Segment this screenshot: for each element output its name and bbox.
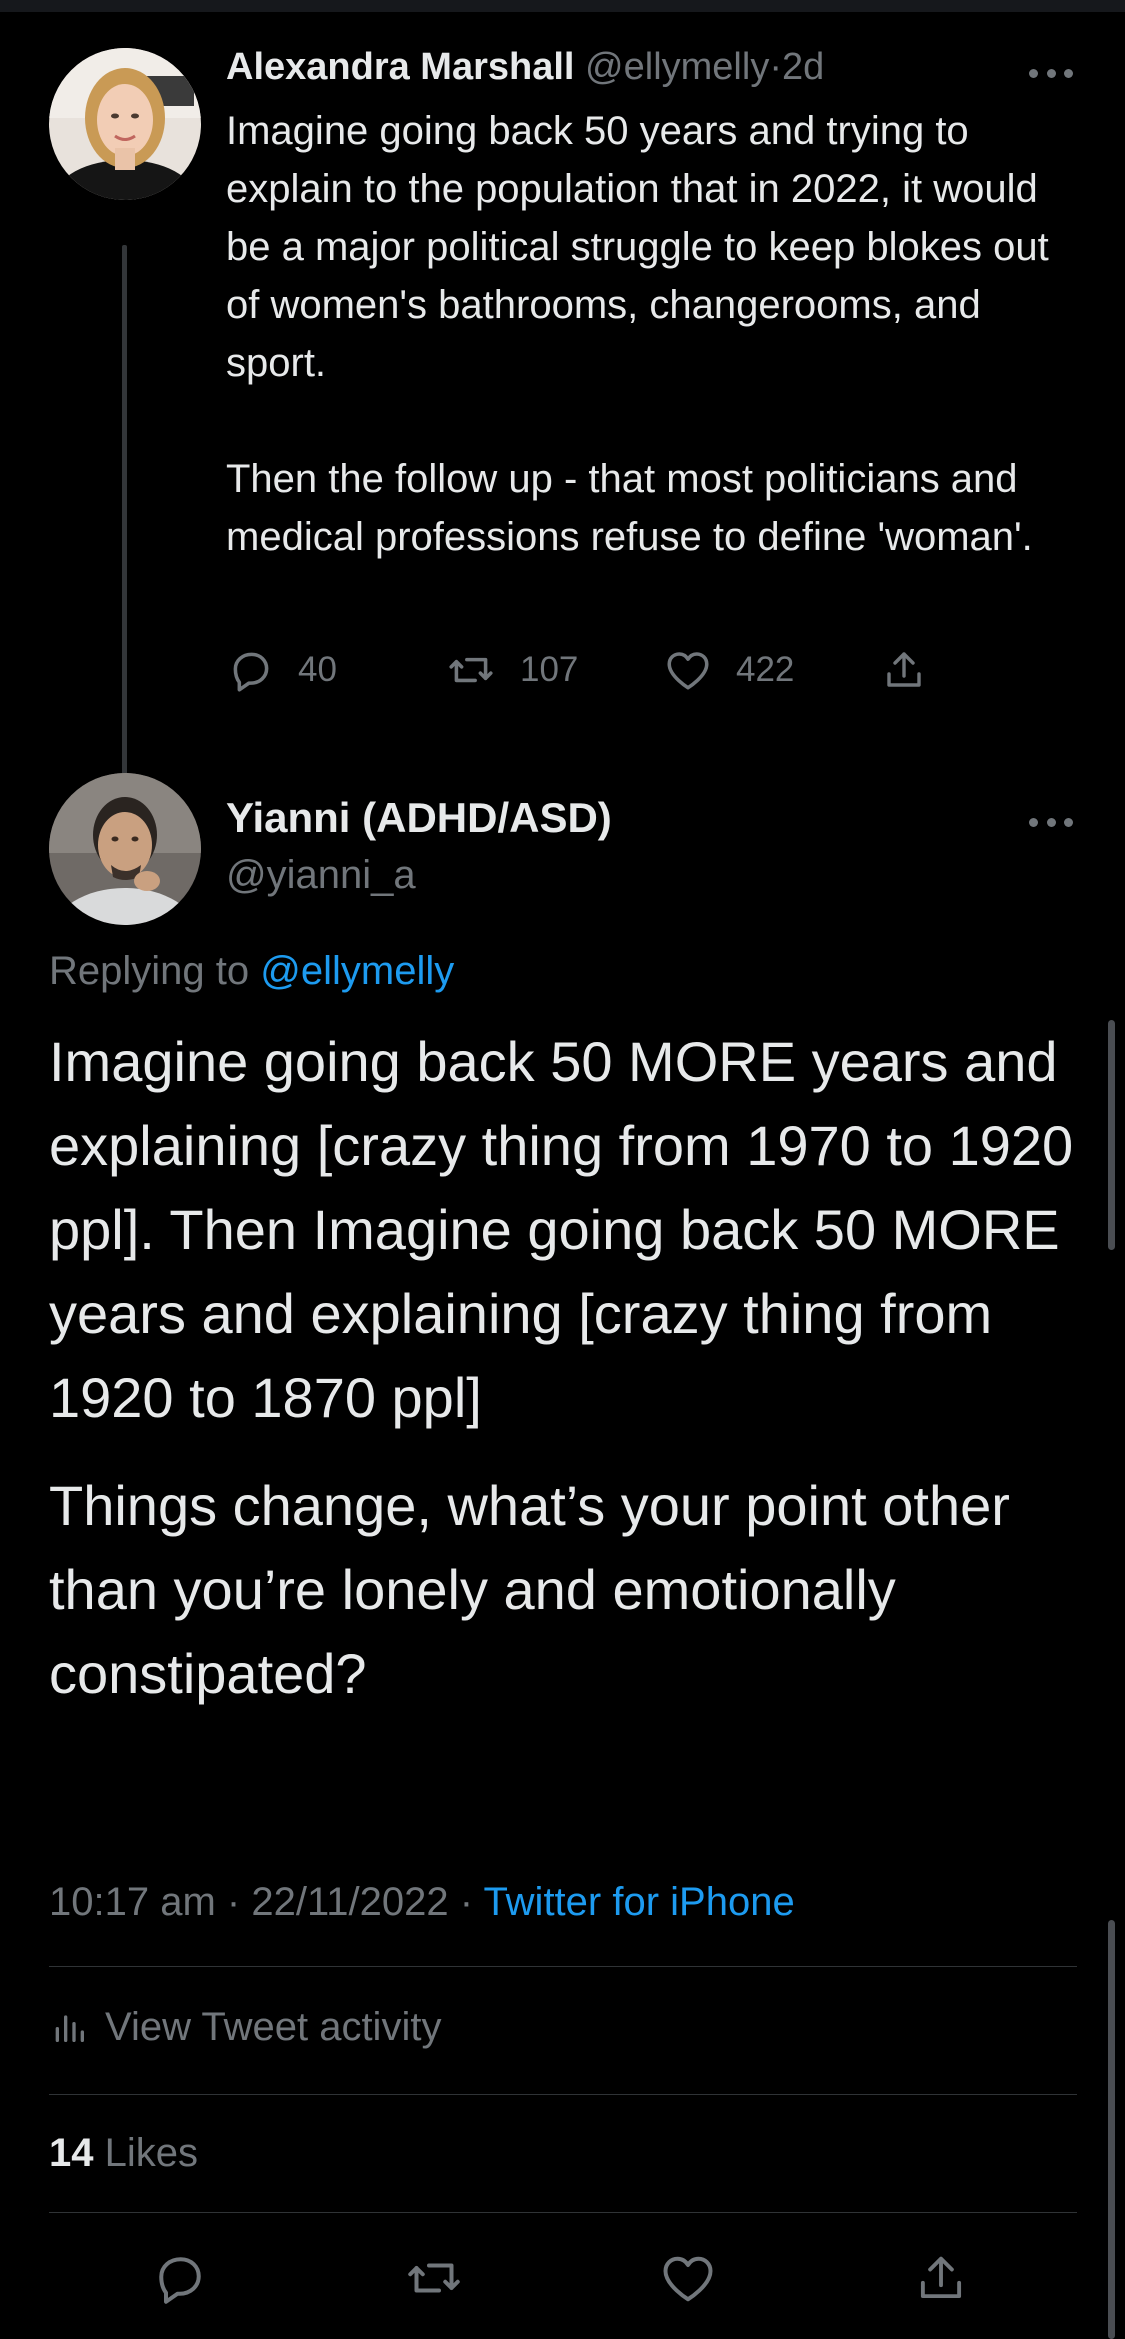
- retweet-button[interactable]: [402, 2248, 466, 2313]
- avatar-photo-icon: [49, 48, 201, 200]
- replying-prefix: Replying to: [49, 949, 250, 993]
- scrollbar-thumb-upper[interactable]: [1108, 1020, 1115, 1250]
- avatar-photo-icon: [49, 773, 201, 925]
- retweet-icon: [408, 2263, 460, 2293]
- retweet-icon: [449, 657, 493, 683]
- like-button[interactable]: [658, 2248, 718, 2313]
- likes-label: Likes: [104, 2131, 199, 2175]
- reply-icon: [233, 652, 269, 692]
- like-count: 422: [736, 650, 795, 689]
- likes-summary[interactable]: 14 Likes: [49, 2126, 198, 2180]
- likes-count: 14: [49, 2131, 94, 2175]
- heart-icon: [667, 652, 709, 690]
- reply-icon: [159, 2257, 201, 2304]
- parent-tweet-header: Alexandra Marshall @ellymelly·2d: [226, 42, 1076, 92]
- parent-tweet-time[interactable]: 2d: [782, 46, 824, 88]
- divider: [49, 1966, 1077, 1967]
- parent-avatar[interactable]: [49, 48, 201, 200]
- main-tweet-paragraph: Things change, what’s your point other t…: [49, 1474, 1010, 1705]
- more-options-icon[interactable]: [1029, 67, 1073, 79]
- share-button[interactable]: [912, 2248, 970, 2313]
- share-button[interactable]: [880, 642, 928, 698]
- tweet-time[interactable]: 10:17 am: [49, 1880, 216, 1924]
- replying-mention-link[interactable]: @ellymelly: [260, 949, 454, 993]
- main-author-name[interactable]: Yianni (ADHD/ASD): [226, 790, 612, 846]
- like-button[interactable]: 422: [662, 642, 794, 698]
- tweet-source-link[interactable]: Twitter for iPhone: [483, 1880, 794, 1924]
- main-tweet-actions: [0, 2248, 1125, 2308]
- parent-author-handle[interactable]: @ellymelly: [585, 46, 769, 88]
- share-icon: [887, 652, 921, 687]
- meta-separator: ·: [226, 1880, 241, 1924]
- heart-icon: [663, 2256, 713, 2302]
- view-tweet-activity-label: View Tweet activity: [105, 2004, 442, 2049]
- retweet-count: 107: [520, 650, 579, 689]
- more-options-icon[interactable]: [1029, 816, 1073, 828]
- divider: [49, 2212, 1077, 2213]
- retweet-button[interactable]: 107: [444, 642, 578, 698]
- main-avatar[interactable]: [49, 773, 201, 925]
- divider: [49, 2094, 1077, 2095]
- thread-connector-line: [122, 245, 127, 790]
- main-author-handle[interactable]: @yianni_a: [226, 848, 416, 902]
- header-separator: ·: [769, 46, 782, 88]
- main-tweet-text: Imagine going back 50 MORE years and exp…: [49, 1020, 1089, 1740]
- parent-author-name[interactable]: Alexandra Marshall: [226, 46, 574, 88]
- view-tweet-activity-button[interactable]: View Tweet activity: [49, 2000, 441, 2054]
- replying-to: Replying to @ellymelly: [49, 944, 454, 998]
- parent-tweet-actions: 40 107 422: [226, 642, 966, 698]
- analytics-icon: [55, 2015, 85, 2042]
- reply-button[interactable]: [150, 2248, 210, 2313]
- reply-count: 40: [298, 650, 337, 689]
- meta-separator: ·: [459, 1880, 474, 1924]
- main-tweet-paragraph: Imagine going back 50 MORE years and exp…: [49, 1030, 1074, 1429]
- tweet-date[interactable]: 22/11/2022: [251, 1880, 448, 1924]
- reply-button[interactable]: 40: [226, 642, 337, 698]
- parent-tweet-text: Imagine going back 50 years and trying t…: [226, 109, 1049, 559]
- tweet-meta: 10:17 am · 22/11/2022 · Twitter for iPho…: [49, 1875, 795, 1929]
- share-icon: [920, 2256, 962, 2299]
- status-bar-strip: [0, 0, 1125, 12]
